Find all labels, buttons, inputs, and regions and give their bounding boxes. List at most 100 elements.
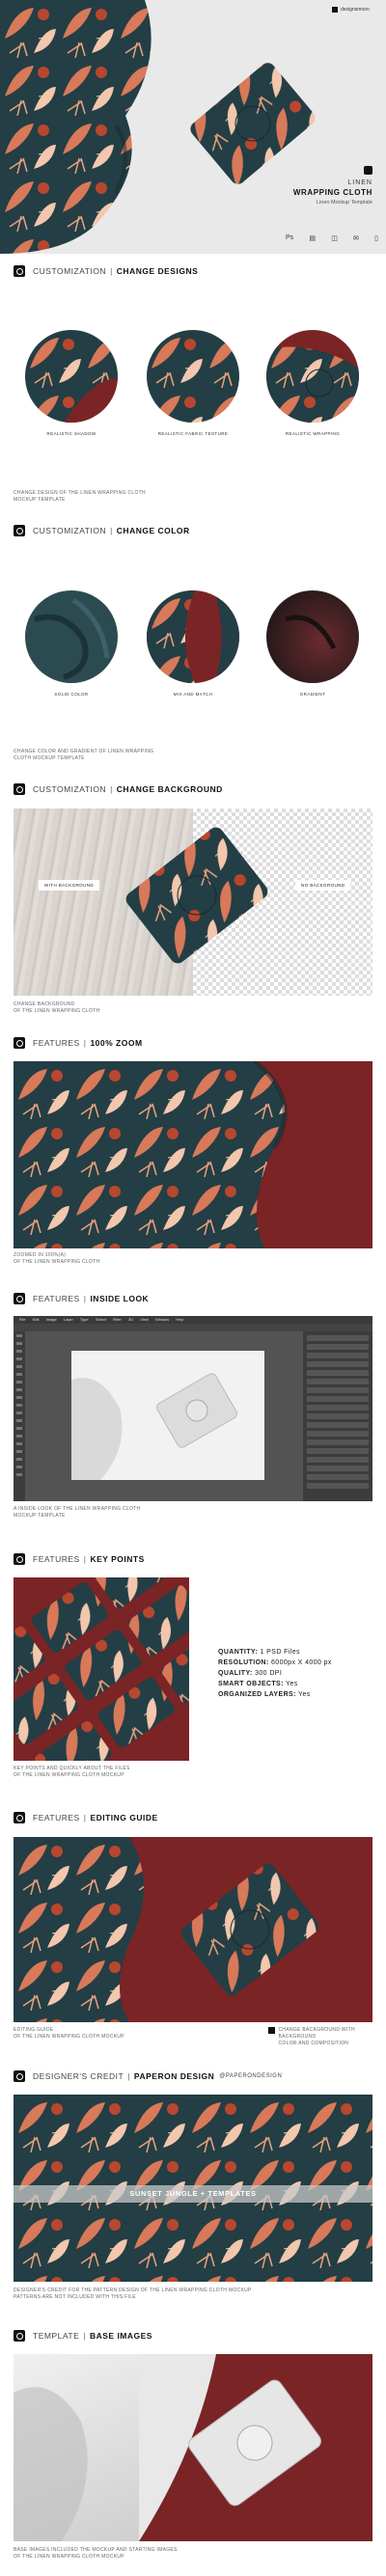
section-title: CHANGE COLOR (116, 526, 190, 535)
designer-credit-panel: SUNSET JUNGLE + TEMPLATES (14, 2095, 372, 2282)
zoom-panel (14, 1061, 372, 1248)
caption-line: OF THE LINEN WRAPPING CLOTH MOCKUP (14, 2034, 124, 2040)
badge-no-background: NO BACKGROUND (295, 880, 351, 891)
section-title: KEY POINTS (90, 1554, 145, 1564)
background-compare-panel: WITH BACKGROUND NO BACKGROUND (14, 808, 372, 996)
key-points-image (14, 1577, 189, 1761)
section-caption: A INSIDE LOOK OF THE LINEN WRAPPING CLOT… (14, 1506, 140, 1520)
caption-line: CLOTH MOCKUP TEMPLATE (14, 755, 85, 761)
menu-edit[interactable]: Edit (33, 1317, 40, 1322)
texture-preview-image (147, 330, 239, 423)
section-title: EDITING GUIDE (90, 1813, 158, 1822)
menu-view[interactable]: View (140, 1317, 149, 1322)
caption-line: CHANGE COLOR AND GRADIENT OF LINEN WRAPP… (14, 749, 154, 754)
photoshop-icon: Ps (286, 234, 294, 241)
section-title: CHANGE BACKGROUND (116, 784, 223, 794)
section-caption: BASE IMAGES INCLUDED THE MOCKUP AND STAR… (14, 2547, 178, 2561)
caption-line: PATTERNS ARE NOT INCLUDED WITH THIS FILE (14, 2294, 136, 2300)
shadow-preview-image (25, 330, 118, 423)
base-image-gift (14, 2354, 321, 2541)
hero-title-line2: WRAPPING CLOTH (292, 188, 372, 197)
hero-banner: designsmoon LINEN WRAPPING CLOTH Linen M… (0, 0, 386, 254)
preview-circle-texture (147, 330, 239, 423)
menu-image[interactable]: Image (46, 1317, 57, 1322)
base-images-panel (14, 2354, 372, 2541)
section-title: BASE IMAGES (89, 2331, 152, 2341)
spec-key: QUALITY: (218, 1670, 253, 1677)
menu-3d[interactable]: 3D (128, 1317, 133, 1322)
menu-file[interactable]: File (19, 1317, 25, 1322)
photoshop-layers-panel (303, 1331, 372, 1501)
section-label: TEMPLATE (33, 2331, 80, 2341)
separator: | (110, 784, 113, 794)
section-caption: CHANGE BACKGROUND OF THE LINEN WRAPPING … (14, 1001, 99, 1015)
editing-guide-panel (14, 1837, 372, 2022)
label-mix-and-match: MIX AND MATCH (173, 692, 213, 697)
separator: | (83, 1038, 87, 1048)
caption-line: CHANGE BACKGROUND (14, 1001, 75, 1007)
section-label: FEATURES (33, 1813, 80, 1822)
wrapping-preview-image (266, 330, 359, 423)
hero-fabric-image (0, 0, 386, 254)
spec-quantity: QUANTITY: 1 PSD Files (218, 1647, 332, 1658)
menu-select[interactable]: Select (96, 1317, 106, 1322)
section-header-change-background: CUSTOMIZATION | CHANGE BACKGROUND (14, 782, 223, 796)
section-icon-small (268, 2027, 275, 2034)
menu-type[interactable]: Type (80, 1317, 89, 1322)
solid-color-preview (34, 597, 110, 680)
color-circle-mix (147, 590, 239, 683)
layers-icon: ▤ (309, 235, 316, 242)
designer-handle[interactable]: @PAPERONDESIGN (219, 2073, 282, 2079)
spec-value: Yes (298, 1691, 311, 1698)
section-header-zoom: FEATURES | 100% ZOOM (14, 1036, 143, 1050)
menu-help[interactable]: Help (176, 1317, 183, 1322)
banner-text: SUNSET JUNGLE + TEMPLATES (129, 2189, 257, 2198)
menu-filter[interactable]: Filter (113, 1317, 122, 1322)
spec-value: Yes (286, 1681, 298, 1687)
caption-line: DESIGNER'S CREDIT FOR THE PATTERN DESIGN… (14, 2288, 252, 2293)
caption-line: OF THE LINEN WRAPPING CLOTH (14, 1259, 100, 1265)
spec-key: SMART OBJECTS: (218, 1681, 284, 1687)
hero-title-line1: LINEN (347, 179, 372, 186)
separator: | (127, 2071, 130, 2081)
photoshop-toolbar (14, 1331, 25, 1501)
editing-guide-image (14, 1837, 319, 2022)
menu-layer[interactable]: Layer (64, 1317, 73, 1322)
spec-key: RESOLUTION: (218, 1659, 269, 1666)
section-label: FEATURES (33, 1554, 80, 1564)
section-title: INSIDE LOOK (90, 1294, 150, 1303)
section-label: FEATURES (33, 1038, 80, 1048)
section-icon (14, 1037, 25, 1049)
wrapped-gift-image (125, 827, 268, 964)
caption-line: OF THE LINEN WRAPPING CLOTH MOCKUP (14, 1772, 124, 1778)
menu-window[interactable]: Window (155, 1317, 169, 1322)
hero-icon-row: Ps ▤ ◫ ✉ ▯ (286, 234, 378, 242)
section-label: CUSTOMIZATION (33, 784, 107, 794)
brand-icon (332, 7, 338, 13)
label-gradient: GRADIENT (299, 692, 326, 697)
caption-line: EDITING GUIDE (14, 2027, 54, 2033)
zoom-fabric-image (14, 1061, 288, 1248)
spec-organized-layers: ORGANIZED LAYERS: Yes (218, 1689, 332, 1700)
caption-line: CHANGE BACKGROUND WITH BACKGROUND (278, 2027, 355, 2040)
caption-line: OF THE LINEN WRAPPING CLOTH (14, 1008, 100, 1014)
pattern-banner: SUNSET JUNGLE + TEMPLATES (14, 2185, 372, 2203)
tool-icons[interactable] (16, 1334, 22, 1479)
spec-resolution: RESOLUTION: 6000px X 4000 px (218, 1658, 332, 1668)
label-realistic-texture: REALISTIC FABRIC TEXTURE (157, 431, 229, 436)
layer-list[interactable] (307, 1335, 369, 1490)
photoshop-canvas (71, 1351, 264, 1480)
section-label: DESIGNER'S CREDIT (33, 2071, 124, 2081)
photoshop-window: File Edit Image Layer Type Select Filter… (14, 1316, 372, 1501)
spec-value: 300 DPI (255, 1670, 283, 1677)
section-label: FEATURES (33, 1294, 80, 1303)
base-image-canvas (71, 1373, 237, 1480)
spec-quality: QUALITY: 300 DPI (218, 1668, 332, 1679)
separator: | (83, 1554, 87, 1564)
caption-line: OF THE LINEN WRAPPING CLOTH MOCKUP (14, 2554, 124, 2560)
section-icon (14, 2330, 25, 2342)
caption-line: MOCKUP TEMPLATE (14, 1513, 66, 1519)
preview-circle-shadow (25, 330, 118, 423)
section-icon (14, 783, 25, 795)
mail-icon: ✉ (353, 235, 359, 242)
